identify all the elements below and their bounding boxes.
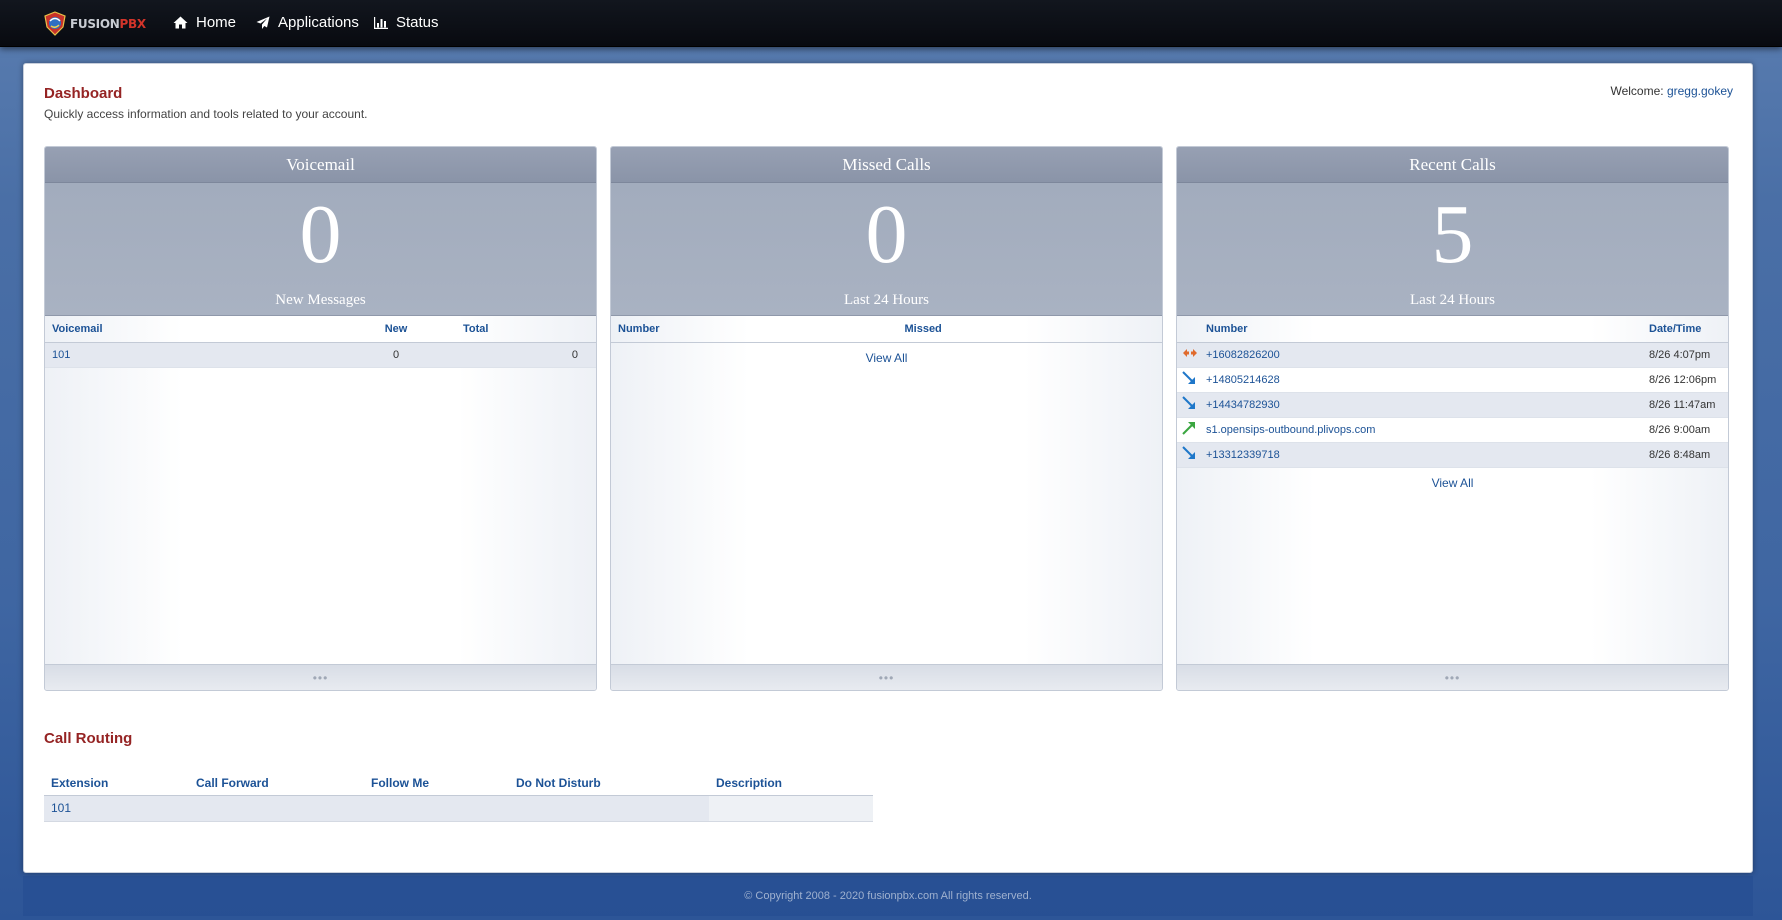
recent-call-datetime: 8/26 11:47am [1642, 392, 1728, 418]
col-total: Total [456, 316, 596, 343]
recent-call-datetime: 8/26 12:06pm [1642, 367, 1728, 393]
outbound-call-icon [1177, 417, 1199, 443]
missed-calls-caption: Last 24 Hours [844, 292, 929, 308]
col-missed: Missed [897, 316, 1162, 343]
voicemail-widget-title[interactable]: Voicemail [45, 147, 596, 183]
paper-plane-icon [256, 16, 270, 29]
description-cell [709, 795, 873, 822]
recent-calls-table: Number Date/Time +16082826200 8/26 4:07p… [1177, 316, 1728, 468]
nav-status-label: Status [396, 14, 439, 31]
missed-calls-widget-expand-handle[interactable]: ••• [611, 664, 1162, 690]
voicemail-total-count: 0 [456, 342, 596, 368]
table-row[interactable]: +14805214628 8/26 12:06pm [1177, 367, 1728, 393]
username-link[interactable]: gregg.gokey [1667, 84, 1733, 98]
recent-calls-summary[interactable]: 5 Last 24 Hours [1177, 183, 1728, 316]
call-routing-table-header: Extension Call Forward Follow Me Do Not … [44, 771, 873, 796]
main-content-panel: Dashboard Quickly access information and… [23, 63, 1753, 873]
col-direction [1177, 316, 1199, 343]
call-forward-cell[interactable] [189, 795, 364, 822]
col-new: New [336, 316, 456, 343]
recent-calls-table-header: Number Date/Time [1177, 316, 1728, 343]
table-row[interactable]: 101 [44, 795, 873, 822]
recent-call-number[interactable]: +16082826200 [1199, 342, 1642, 368]
logo-shield-icon [43, 11, 67, 36]
voicemail-widget: Voicemail 0 New Messages Voicemail New T… [44, 146, 597, 691]
col-do-not-disturb: Do Not Disturb [509, 771, 709, 796]
recent-calls-widget-title[interactable]: Recent Calls [1177, 147, 1728, 183]
recent-call-datetime: 8/26 9:00am [1642, 417, 1728, 443]
missed-calls-count: 0 [865, 188, 908, 281]
top-navbar: FUSIONPBX Home Applications Status [0, 0, 1782, 47]
recent-calls-caption: Last 24 Hours [1410, 292, 1495, 308]
welcome-label: Welcome: [1610, 84, 1664, 98]
recent-call-number[interactable]: s1.opensips-outbound.plivops.com [1199, 417, 1642, 443]
table-row[interactable]: s1.opensips-outbound.plivops.com 8/26 9:… [1177, 417, 1728, 443]
nav-home[interactable]: Home [173, 0, 236, 45]
table-row[interactable]: +14434782930 8/26 11:47am [1177, 392, 1728, 418]
voicemail-table: Voicemail New Total 101 0 0 [45, 316, 596, 368]
copyright-text: © Copyright 2008 - 2020 fusionpbx.com Al… [744, 890, 1032, 902]
welcome-message: Welcome: gregg.gokey [1610, 84, 1733, 98]
col-voicemail: Voicemail [45, 316, 336, 343]
voicemail-table-header: Voicemail New Total [45, 316, 596, 343]
table-row[interactable]: +16082826200 8/26 4:07pm [1177, 342, 1728, 368]
recent-calls-count: 5 [1431, 188, 1474, 281]
missed-calls-view-all-link[interactable]: View All [611, 351, 1162, 365]
inbound-call-icon [1177, 367, 1199, 393]
col-number: Number [1199, 316, 1642, 343]
page-title: Dashboard [44, 85, 123, 102]
recent-call-number[interactable]: +13312339718 [1199, 442, 1642, 468]
recent-calls-widget: Recent Calls 5 Last 24 Hours Number Date… [1176, 146, 1729, 691]
nav-status[interactable]: Status [374, 0, 439, 45]
recent-call-number[interactable]: +14434782930 [1199, 392, 1642, 418]
voicemail-count: 0 [299, 188, 342, 281]
call-routing-title: Call Routing [44, 730, 133, 747]
table-row[interactable]: +13312339718 8/26 8:48am [1177, 442, 1728, 468]
home-icon [173, 16, 188, 29]
col-call-forward: Call Forward [189, 771, 364, 796]
inbound-call-icon [1177, 442, 1199, 468]
local-call-icon [1177, 342, 1199, 368]
col-extension: Extension [44, 771, 189, 796]
logo-wordmark: FUSIONPBX [70, 16, 146, 31]
follow-me-cell[interactable] [364, 795, 509, 822]
do-not-disturb-cell[interactable] [509, 795, 709, 822]
voicemail-box-link[interactable]: 101 [45, 342, 336, 368]
nav-applications-label: Applications [278, 14, 359, 31]
col-datetime: Date/Time [1642, 316, 1728, 343]
missed-calls-table-header: Number Missed [611, 316, 1162, 343]
missed-calls-table: Number Missed [611, 316, 1162, 343]
nav-home-label: Home [196, 14, 237, 31]
recent-calls-view-all-link[interactable]: View All [1177, 476, 1728, 490]
recent-call-datetime: 8/26 4:07pm [1642, 342, 1728, 368]
missed-calls-widget-title[interactable]: Missed Calls [611, 147, 1162, 183]
voicemail-caption: New Messages [275, 292, 366, 308]
recent-calls-widget-expand-handle[interactable]: ••• [1177, 664, 1728, 690]
table-row[interactable]: 101 0 0 [45, 342, 596, 368]
voicemail-widget-expand-handle[interactable]: ••• [45, 664, 596, 690]
page-subtitle: Quickly access information and tools rel… [44, 107, 368, 121]
col-follow-me: Follow Me [364, 771, 509, 796]
voicemail-new-count: 0 [336, 342, 456, 368]
call-routing-table: Extension Call Forward Follow Me Do Not … [44, 771, 873, 822]
extension-link[interactable]: 101 [44, 795, 189, 822]
voicemail-summary[interactable]: 0 New Messages [45, 183, 596, 316]
page-footer: © Copyright 2008 - 2020 fusionpbx.com Al… [23, 876, 1753, 916]
col-number: Number [611, 316, 898, 343]
recent-call-number[interactable]: +14805214628 [1199, 367, 1642, 393]
recent-call-datetime: 8/26 8:48am [1642, 442, 1728, 468]
nav-applications[interactable]: Applications [256, 0, 359, 45]
fusionpbx-logo[interactable]: FUSIONPBX [43, 10, 146, 37]
missed-calls-widget: Missed Calls 0 Last 24 Hours Number Miss… [610, 146, 1163, 691]
inbound-call-icon [1177, 392, 1199, 418]
bar-chart-icon [374, 16, 388, 29]
col-description: Description [709, 771, 873, 796]
missed-calls-summary[interactable]: 0 Last 24 Hours [611, 183, 1162, 316]
